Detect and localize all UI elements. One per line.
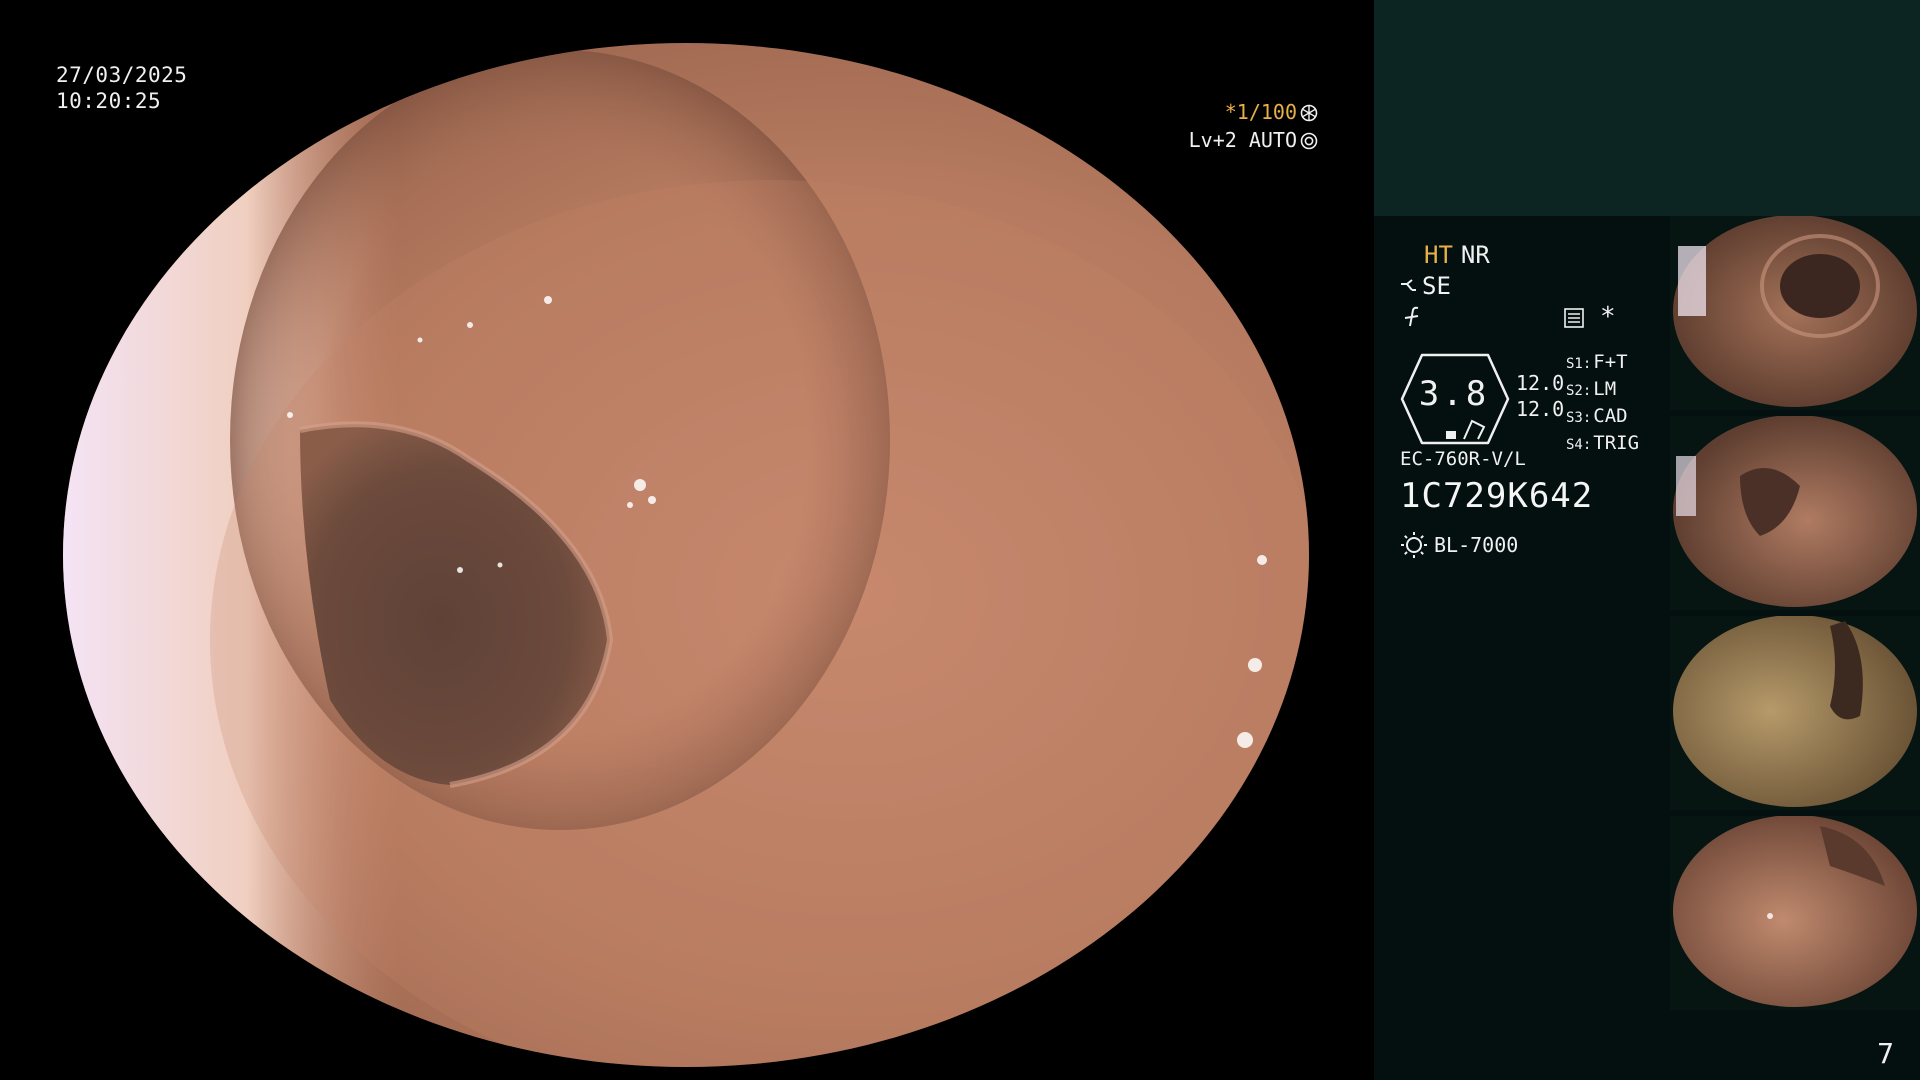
light-source: BL-7000 xyxy=(1400,530,1518,558)
f-indicator xyxy=(1402,306,1422,332)
mode-nr: NR xyxy=(1460,241,1490,269)
time-text: 10:20:25 xyxy=(56,89,162,113)
structure-enhancement: SE xyxy=(1400,272,1451,300)
endoscopy-screen: 27/03/2025 10:20:25 *1/100 Lv+2 AUTO HT N… xyxy=(0,0,1920,1080)
slot-key: S4: xyxy=(1566,437,1592,453)
thumbnail[interactable] xyxy=(1670,216,1920,410)
slot-label: F+T xyxy=(1593,351,1628,373)
slot-label: LM xyxy=(1593,378,1617,400)
panel-header-area xyxy=(1374,0,1920,216)
thumbnail[interactable] xyxy=(1670,816,1920,1010)
value-2: 12.0 xyxy=(1516,397,1565,421)
page-number: 7 xyxy=(1877,1037,1894,1070)
mode-ht: HT xyxy=(1424,241,1453,269)
slot-label: CAD xyxy=(1593,405,1628,427)
gauge-value: 3.8 xyxy=(1418,374,1490,414)
slot-key: S3: xyxy=(1566,410,1592,426)
thumbnail[interactable] xyxy=(1670,416,1920,610)
light-icon xyxy=(1401,532,1427,558)
info-panel: HT NR SE * 3.8 12.0 12.0 S1: F+T S2: LM … xyxy=(1374,0,1920,1080)
slot-key: S1: xyxy=(1566,356,1592,372)
values: 12.0 12.0 xyxy=(1516,370,1564,422)
se-icon xyxy=(1401,279,1416,291)
slot-row: S2: LM xyxy=(1566,377,1639,404)
exposure-info: *1/100 Lv+2 AUTO xyxy=(1189,98,1318,154)
slot-row: S4: TRIG xyxy=(1566,431,1639,458)
f-icon xyxy=(1404,306,1419,327)
image-modes: HT NR xyxy=(1424,240,1490,270)
thumbnail[interactable] xyxy=(1670,616,1920,810)
scope-model: EC-760R-V/L xyxy=(1400,448,1526,470)
slot-label: TRIG xyxy=(1593,432,1640,454)
light-source-label: BL-7000 xyxy=(1434,533,1519,557)
processor-settings: HT NR SE * 3.8 12.0 12.0 S1: F+T S2: LM … xyxy=(1374,216,1664,816)
endoscope-view: 27/03/2025 10:20:25 *1/100 Lv+2 AUTO xyxy=(0,0,1372,1080)
endoscope-image xyxy=(63,43,1309,1067)
auto-iris-icon xyxy=(1300,132,1318,150)
menu-icon xyxy=(1564,308,1584,328)
shutter-icon xyxy=(1300,104,1318,122)
shutter-speed: *1/100 xyxy=(1224,100,1297,124)
asterisk-mark: * xyxy=(1600,302,1616,332)
date-text: 27/03/2025 xyxy=(56,63,188,87)
date-time: 27/03/2025 10:20:25 xyxy=(56,62,187,114)
slot-row: S1: F+T xyxy=(1566,350,1639,377)
brightness-level: Lv+2 AUTO xyxy=(1188,128,1297,152)
mode-se: SE xyxy=(1422,272,1451,300)
slot-row: S3: CAD xyxy=(1566,404,1639,431)
value-1: 12.0 xyxy=(1516,371,1565,395)
slot-key: S2: xyxy=(1566,383,1592,399)
switch-assignments: S1: F+T S2: LM S3: CAD S4: TRIG xyxy=(1566,350,1639,458)
scope-serial: 1C729K642 xyxy=(1400,476,1594,516)
